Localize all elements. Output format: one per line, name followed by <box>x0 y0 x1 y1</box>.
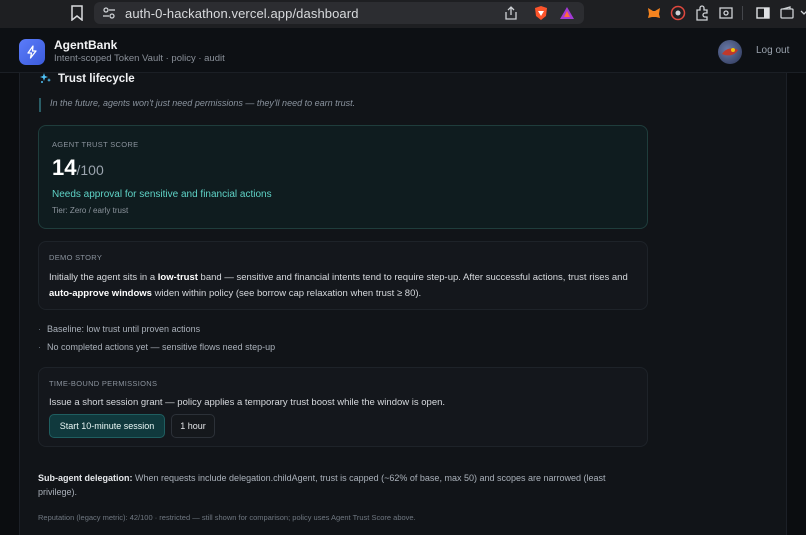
trust-status: Needs approval for sensitive and financi… <box>52 189 272 200</box>
bullet-text: No completed actions yet — sensitive flo… <box>47 342 276 352</box>
url-text: auth-0-hackathon.vercel.app/dashboard <box>125 6 359 21</box>
list-item: · Baseline: low trust until proven action… <box>38 324 200 334</box>
browser-toolbar: auth-0-hackathon.vercel.app/dashboard <box>0 0 806 28</box>
story-bold-2: auto-approve windows <box>49 288 152 299</box>
share-icon[interactable] <box>503 5 519 21</box>
lightning-icon <box>27 45 37 59</box>
delegation-title: Sub-agent delegation: <box>38 473 133 483</box>
extensions-puzzle-icon[interactable] <box>694 5 710 21</box>
trust-tier: Tier: Zero / early trust <box>52 206 129 215</box>
extension-circle-icon[interactable] <box>670 5 686 21</box>
section-title: Trust lifecycle <box>58 72 135 85</box>
delegation-note: Sub-agent delegation: When requests incl… <box>38 471 628 499</box>
story-text-2: band — sensitive and financial intents t… <box>197 272 628 283</box>
app-subtitle: Intent-scoped Token Vault · policy · aud… <box>54 53 225 64</box>
app-name: AgentBank <box>54 38 118 52</box>
sidebar-icon[interactable] <box>755 5 771 21</box>
section-quote: In the future, agents won't just need pe… <box>39 98 355 112</box>
duration-button[interactable]: 1 hour <box>171 414 215 438</box>
demo-story-label: DEMO STORY <box>49 253 103 262</box>
story-text-3: widen within policy (see borrow cap rela… <box>151 288 422 299</box>
app-logo <box>19 39 45 65</box>
demo-story-text: Initially the agent sits in a low-trust … <box>49 270 634 302</box>
bullet-text: Baseline: low trust until proven actions <box>47 324 201 334</box>
bookmark-icon[interactable] <box>70 5 84 21</box>
section-header: Trust lifecycle <box>39 72 135 85</box>
list-item: · No completed actions yet — sensitive fl… <box>38 342 275 352</box>
app-header: AgentBank Intent-scoped Token Vault · po… <box>0 28 806 73</box>
brave-rewards-icon[interactable] <box>559 5 575 21</box>
logout-button[interactable]: Log out <box>756 45 789 56</box>
demo-story-card: DEMO STORY Initially the agent sits in a… <box>38 241 648 310</box>
brave-shield-icon[interactable] <box>533 5 549 21</box>
screenshot-icon[interactable] <box>718 5 734 21</box>
story-bold-1: low-trust <box>157 272 198 283</box>
story-text-1: Initially the agent sits in a <box>49 272 158 283</box>
trust-score-value: 14/100 <box>52 155 104 181</box>
wallet-icon[interactable] <box>779 5 795 21</box>
toolbar-divider <box>742 6 743 20</box>
reputation-note: Reputation (legacy metric): 42/100 · res… <box>38 513 416 522</box>
avatar[interactable] <box>718 40 742 64</box>
bullet-dot: · <box>38 342 41 352</box>
bullet-dot: · <box>38 324 41 334</box>
time-bound-label: TIME-BOUND PERMISSIONS <box>49 379 158 388</box>
time-bound-text: Issue a short session grant — policy app… <box>49 397 446 408</box>
trust-score-card: AGENT TRUST SCORE 14/100 Needs approval … <box>38 125 648 229</box>
sparkle-icon <box>40 73 51 83</box>
trust-score-label: AGENT TRUST SCORE <box>52 140 139 149</box>
start-session-button[interactable]: Start 10-minute session <box>49 414 165 438</box>
score-number: 14 <box>52 155 77 180</box>
menu-icon[interactable] <box>800 5 806 21</box>
address-bar[interactable]: auth-0-hackathon.vercel.app/dashboard <box>94 2 584 24</box>
time-bound-card: TIME-BOUND PERMISSIONS Issue a short ses… <box>38 367 648 447</box>
score-denominator: /100 <box>76 162 104 178</box>
site-settings-icon[interactable] <box>102 6 116 20</box>
metamask-icon[interactable] <box>646 5 662 21</box>
